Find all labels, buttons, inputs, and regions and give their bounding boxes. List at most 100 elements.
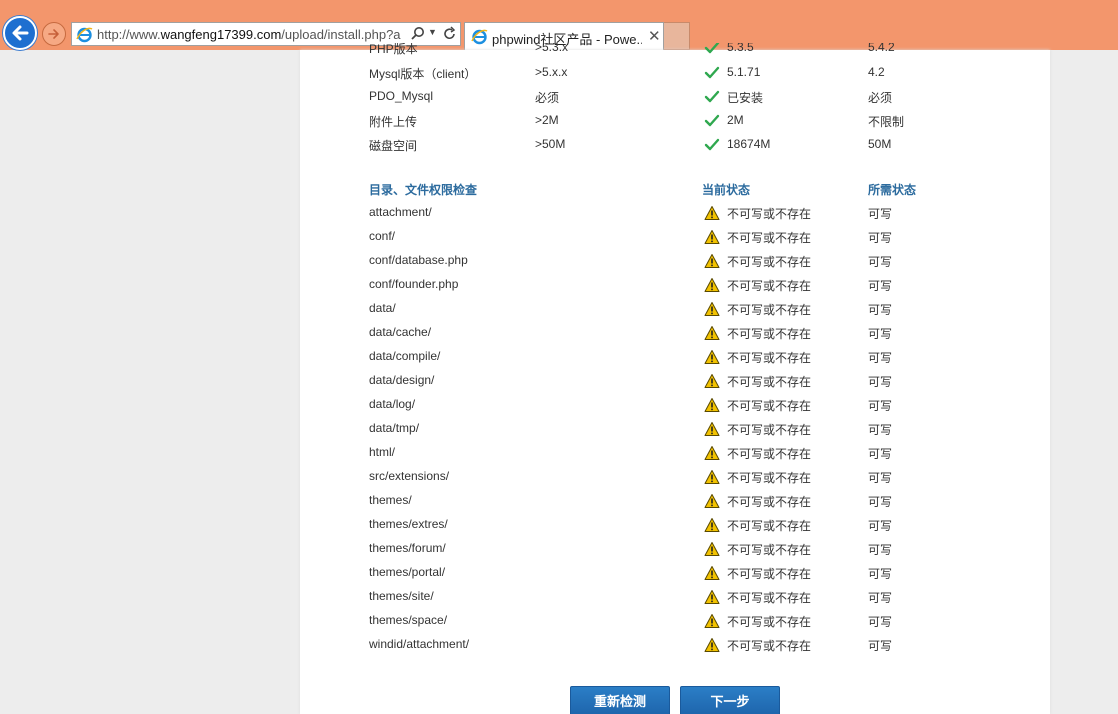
warning-icon xyxy=(704,422,720,436)
permission-path: src/extensions/ xyxy=(369,469,450,483)
env-current: 2M xyxy=(727,113,744,127)
permission-row: data/不可写或不存在 可写 xyxy=(300,301,1050,325)
permission-current: 不可写或不存在 xyxy=(727,231,812,245)
permission-required: 可写 xyxy=(868,231,893,245)
next-step-button[interactable]: 下一步 xyxy=(680,686,780,714)
permission-required: 可写 xyxy=(868,591,893,605)
warning-icon xyxy=(704,350,720,364)
warning-icon xyxy=(704,494,720,508)
permission-required: 可写 xyxy=(868,471,893,485)
permission-path: themes/forum/ xyxy=(369,541,446,555)
permission-row: themes/portal/不可写或不存在 可写 xyxy=(300,565,1050,589)
permission-path: themes/site/ xyxy=(369,589,434,603)
refresh-icon[interactable] xyxy=(442,26,458,42)
permission-required: 可写 xyxy=(868,399,893,413)
permission-row: data/compile/不可写或不存在 可写 xyxy=(300,349,1050,373)
env-required: >50M xyxy=(535,137,566,151)
permission-current: 不可写或不存在 xyxy=(727,375,812,389)
env-name: Mysql版本（client） xyxy=(369,67,477,81)
check-icon xyxy=(704,114,720,127)
recheck-button[interactable]: 重新检测 xyxy=(570,686,670,714)
dropdown-arrow-icon[interactable]: ▼ xyxy=(428,27,437,37)
env-current: 5.3.5 xyxy=(727,43,754,54)
permission-row: attachment/不可写或不存在 可写 xyxy=(300,205,1050,229)
forward-arrow-icon xyxy=(48,29,59,39)
warning-icon xyxy=(704,638,720,652)
permission-path: data/log/ xyxy=(369,397,416,411)
env-required: >2M xyxy=(535,113,559,127)
permission-required: 可写 xyxy=(868,567,893,581)
check-icon xyxy=(704,138,720,151)
permission-required: 可写 xyxy=(868,447,893,461)
env-name: PDO_Mysql xyxy=(369,89,434,103)
permission-current: 不可写或不存在 xyxy=(727,255,812,269)
warning-icon xyxy=(704,278,720,292)
permission-path: attachment/ xyxy=(369,205,432,219)
permission-current: 不可写或不存在 xyxy=(727,447,812,461)
warning-icon xyxy=(704,302,720,316)
permission-required: 可写 xyxy=(868,375,893,389)
permission-path: data/design/ xyxy=(369,373,435,387)
permission-current: 不可写或不存在 xyxy=(727,567,812,581)
permission-row: data/tmp/不可写或不存在 可写 xyxy=(300,421,1050,445)
back-button[interactable] xyxy=(3,16,37,50)
permission-path: themes/ xyxy=(369,493,412,507)
env-row: 磁盘空间 >50M 18674M 50M xyxy=(300,137,1050,161)
permission-current: 不可写或不存在 xyxy=(727,519,812,533)
permission-required: 可写 xyxy=(868,255,893,269)
permission-path: html/ xyxy=(369,445,396,459)
warning-icon xyxy=(704,446,720,460)
permission-required: 可写 xyxy=(868,495,893,509)
permission-current: 不可写或不存在 xyxy=(727,495,812,509)
permission-path: conf/ xyxy=(369,229,396,243)
permission-current: 不可写或不存在 xyxy=(727,615,812,629)
permission-header: 目录、文件权限检查 当前状态 所需状态 xyxy=(300,181,1050,205)
permission-path: data/compile/ xyxy=(369,349,441,363)
permission-required: 可写 xyxy=(868,423,893,437)
permission-path: themes/portal/ xyxy=(369,565,446,579)
permission-row: conf/founder.php 不可写或不存在 可写 xyxy=(300,277,1050,301)
env-current: 18674M xyxy=(727,137,771,151)
url-prefix: http://www. xyxy=(97,27,161,42)
permission-row: themes/不可写或不存在 可写 xyxy=(300,493,1050,517)
permission-path: themes/extres/ xyxy=(369,517,448,531)
forward-button[interactable] xyxy=(42,22,66,46)
permission-current: 不可写或不存在 xyxy=(727,399,812,413)
permission-row: data/log/不可写或不存在 可写 xyxy=(300,397,1050,421)
permission-row: themes/forum/不可写或不存在 可写 xyxy=(300,541,1050,565)
search-icon[interactable] xyxy=(410,26,426,42)
permission-current: 不可写或不存在 xyxy=(727,327,812,341)
url-domain: wangfeng17399.com xyxy=(160,27,282,42)
url-path: /upload/install.php?a xyxy=(281,27,401,42)
permission-row: src/extensions/不可写或不存在 可写 xyxy=(300,469,1050,493)
env-name: PHP版本 xyxy=(369,43,418,55)
env-name: 磁盘空间 xyxy=(369,139,418,153)
warning-icon xyxy=(704,374,720,388)
permission-current: 不可写或不存在 xyxy=(727,303,812,317)
permission-row: themes/site/不可写或不存在 可写 xyxy=(300,589,1050,613)
permission-path: conf/database.php xyxy=(369,253,468,267)
permission-row: data/design/不可写或不存在 可写 xyxy=(300,373,1050,397)
permission-row: data/cache/不可写或不存在 可写 xyxy=(300,325,1050,349)
permission-current: 不可写或不存在 xyxy=(727,639,812,653)
env-recommended: 5.4.2 xyxy=(868,43,895,54)
warning-icon xyxy=(704,542,720,556)
permission-path: conf/founder.php xyxy=(369,277,459,291)
env-recommended: 不限制 xyxy=(868,115,905,129)
check-icon xyxy=(704,43,720,54)
env-row-partial: PHP版本 >5.3.x 5.3.5 5.4.2 xyxy=(300,43,1050,55)
permission-required: 可写 xyxy=(868,519,893,533)
install-check-panel: PHP版本 >5.3.x 5.3.5 5.4.2 Mysql版本（client）… xyxy=(300,43,1050,714)
env-name: 附件上传 xyxy=(369,115,418,129)
permission-path: data/ xyxy=(369,301,396,315)
url-text[interactable]: http://www.wangfeng17399.com/upload/inst… xyxy=(97,27,407,42)
warning-icon xyxy=(704,470,720,484)
permission-path: themes/space/ xyxy=(369,613,448,627)
env-row: 附件上传 >2M 2M 不限制 xyxy=(300,113,1050,137)
warning-icon xyxy=(704,254,720,268)
check-icon xyxy=(704,66,720,79)
permission-current: 不可写或不存在 xyxy=(727,471,812,485)
env-recommended: 必须 xyxy=(868,91,893,105)
permission-required: 可写 xyxy=(868,327,893,341)
permission-current: 不可写或不存在 xyxy=(727,207,812,221)
